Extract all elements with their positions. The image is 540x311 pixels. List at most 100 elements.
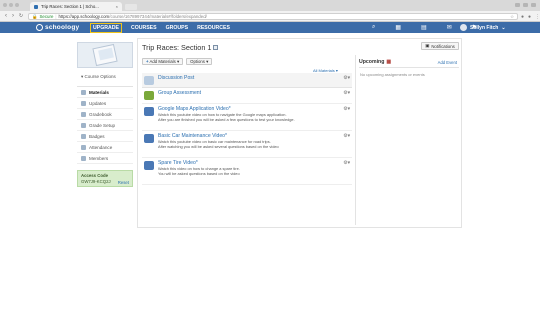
- sidebar-item-label: Gradebook: [89, 111, 112, 117]
- course-sidebar: ▾ Course Options Materials Updates Grade…: [77, 42, 133, 187]
- upcoming-heading: Upcoming ▦: [359, 59, 391, 65]
- back-button[interactable]: ‹: [3, 13, 9, 19]
- notifications-button[interactable]: ▣ Notifications: [421, 42, 459, 50]
- maximize-window-icon[interactable]: [15, 3, 19, 7]
- logo-text: schoology: [45, 24, 80, 31]
- search-icon[interactable]: ⌕: [372, 24, 375, 31]
- address-bar[interactable]: 🔒 Secure | https://app.schoology.com/cou…: [28, 13, 518, 20]
- materials-toolbar: + Add Materials ▾ Options ▾: [142, 58, 213, 65]
- list-item[interactable]: Spare Tire Video* Watch this video on ho…: [142, 158, 352, 185]
- gear-icon[interactable]: ⚙▾: [343, 134, 350, 139]
- options-button[interactable]: Options ▾: [186, 58, 213, 65]
- access-code-box: Access Code GW7J9-KCQ2J Reset: [77, 170, 133, 187]
- sidebar-item-gradebook[interactable]: Gradebook: [77, 109, 133, 120]
- course-options-button[interactable]: ▾ Course Options: [77, 72, 133, 82]
- list-item[interactable]: Group Assessment ⚙▾: [142, 88, 352, 104]
- extension-icon[interactable]: ●: [521, 14, 524, 20]
- access-code-heading: Access Code: [81, 173, 108, 178]
- list-item[interactable]: Basic Car Maintenance Video* Watch this …: [142, 131, 352, 158]
- restore-icon[interactable]: [523, 3, 528, 7]
- plus-icon: +: [146, 59, 149, 64]
- sidebar-item-attendance[interactable]: Attendance: [77, 142, 133, 153]
- favicon-icon: [34, 4, 38, 9]
- list-item[interactable]: Google Maps Application Video* Watch thi…: [142, 104, 352, 131]
- schoology-logo[interactable]: schoology: [36, 24, 79, 31]
- course-menu-icon[interactable]: [213, 45, 219, 50]
- site-navbar: schoology UPGRADE COURSES GROUPS RESOURC…: [0, 22, 540, 33]
- add-materials-label: Add Materials ▾: [149, 58, 180, 64]
- notifications-icon: ▣: [425, 43, 430, 48]
- window-controls: [3, 3, 19, 7]
- access-code-reset-link[interactable]: Reset: [118, 180, 129, 185]
- gear-icon[interactable]: ⚙▾: [343, 161, 350, 166]
- sidebar-item-badges[interactable]: Badges: [77, 131, 133, 142]
- calendar-icon[interactable]: ▤: [421, 24, 427, 31]
- sidebar-item-grade-setup[interactable]: Grade Setup: [77, 120, 133, 131]
- attendance-icon: [81, 144, 86, 150]
- item-title[interactable]: Group Assessment: [158, 90, 352, 96]
- sidebar-item-updates[interactable]: Updates: [77, 98, 133, 109]
- nav-resources[interactable]: RESOURCES: [197, 25, 230, 31]
- assignment-icon: [144, 161, 154, 170]
- list-item[interactable]: Discussion Post ⚙▾: [142, 73, 352, 88]
- forward-button[interactable]: ›: [10, 13, 16, 19]
- browser-tab-strip: Trip Races: Section 1 | Scho... ×: [0, 0, 540, 11]
- sidebar-item-label: Updates: [89, 100, 107, 106]
- nav-upgrade[interactable]: UPGRADE: [90, 22, 122, 33]
- gear-icon[interactable]: ⚙▾: [343, 107, 350, 112]
- members-icon: [81, 155, 86, 161]
- nav-groups[interactable]: GROUPS: [166, 25, 188, 31]
- apps-icon[interactable]: ▦: [395, 24, 401, 31]
- sidebar-item-label: Attendance: [89, 144, 113, 150]
- item-description-line: After you are finished you will be asked…: [158, 117, 295, 122]
- sidebar-item-members[interactable]: Members: [77, 153, 133, 164]
- lock-icon: 🔒: [32, 13, 38, 19]
- puzzle-icon: [144, 91, 154, 100]
- sidebar-nav: Materials Updates Gradebook Grade Setup …: [77, 86, 133, 164]
- gear-icon[interactable]: ⚙▾: [343, 91, 350, 96]
- add-event-link[interactable]: Add Event: [438, 60, 457, 65]
- close-window-icon[interactable]: [3, 3, 7, 7]
- item-description-line: You will be asked questions based on the…: [158, 171, 240, 176]
- minimize-icon[interactable]: [515, 3, 520, 7]
- upcoming-title: Upcoming: [359, 59, 385, 65]
- materials-icon: [81, 89, 86, 95]
- item-title[interactable]: Discussion Post: [158, 75, 352, 81]
- new-tab-button[interactable]: [125, 4, 137, 10]
- tab-close-icon[interactable]: ×: [116, 4, 118, 9]
- minimize-window-icon[interactable]: [9, 3, 13, 7]
- messages-icon[interactable]: ✉: [447, 24, 452, 31]
- assignment-icon: [144, 107, 154, 116]
- bookmark-star-icon[interactable]: ☆: [510, 14, 514, 20]
- address-toolbar: ‹ › ↻ 🔒 Secure | https://app.schoology.c…: [0, 11, 540, 22]
- sidebar-item-label: Badges: [89, 133, 105, 139]
- schoology-logo-icon: [36, 24, 43, 31]
- gear-icon[interactable]: ⚙▾: [343, 76, 350, 81]
- notifications-label: Notifications: [431, 43, 455, 49]
- main-nav: UPGRADE COURSES GROUPS RESOURCES: [90, 22, 230, 33]
- column-divider: [355, 55, 356, 225]
- materials-list: Discussion Post ⚙▾ Group Assessment ⚙▾ G…: [142, 73, 352, 185]
- secure-label: Secure: [39, 14, 54, 19]
- browser-tab[interactable]: Trip Races: Section 1 | Scho... ×: [30, 2, 122, 11]
- nav-courses[interactable]: COURSES: [131, 25, 157, 31]
- discussion-icon: [144, 76, 154, 85]
- sidebar-item-materials[interactable]: Materials: [77, 87, 133, 98]
- sidebar-item-label: Grade Setup: [89, 122, 116, 128]
- add-materials-button[interactable]: + Add Materials ▾: [142, 58, 184, 65]
- upcoming-divider: [359, 67, 459, 68]
- badges-icon: [81, 133, 86, 139]
- user-menu[interactable]: Sollyn Fitch ⌄: [460, 22, 506, 33]
- sidebar-item-label: Materials: [89, 89, 109, 95]
- browser-menu-icon[interactable]: ⋮: [535, 14, 540, 20]
- updates-icon: [81, 100, 86, 106]
- close-icon[interactable]: [531, 3, 536, 7]
- extension-icon-2[interactable]: ●: [528, 14, 531, 20]
- url-host: https://app.schoology.com: [58, 14, 110, 19]
- url-path: /course/1678997344/materials#/folders/ex…: [109, 14, 207, 19]
- window-buttons: [515, 3, 536, 7]
- assignment-icon: [144, 134, 154, 143]
- grade-setup-icon: [81, 122, 86, 128]
- item-description-line: After watching you will be asked several…: [158, 144, 279, 149]
- reload-button[interactable]: ↻: [18, 13, 24, 19]
